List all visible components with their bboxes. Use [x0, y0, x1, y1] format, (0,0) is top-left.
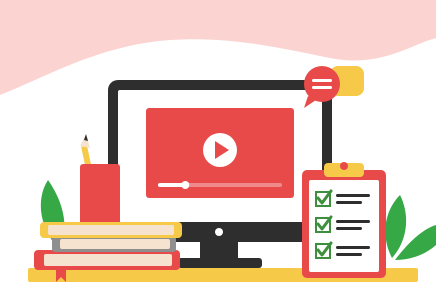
- clipboard-icon: [302, 162, 386, 278]
- checklist-line: [336, 194, 370, 197]
- video-progress-fill: [158, 183, 186, 187]
- checklist-line: [336, 253, 362, 256]
- checklist-line: [336, 246, 370, 249]
- checklist-line: [336, 227, 362, 230]
- checklist-line: [336, 201, 362, 204]
- video-player: [146, 108, 294, 198]
- checklist-line: [336, 220, 370, 223]
- video-progress-knob: [181, 181, 190, 189]
- elearning-illustration: [0, 0, 436, 289]
